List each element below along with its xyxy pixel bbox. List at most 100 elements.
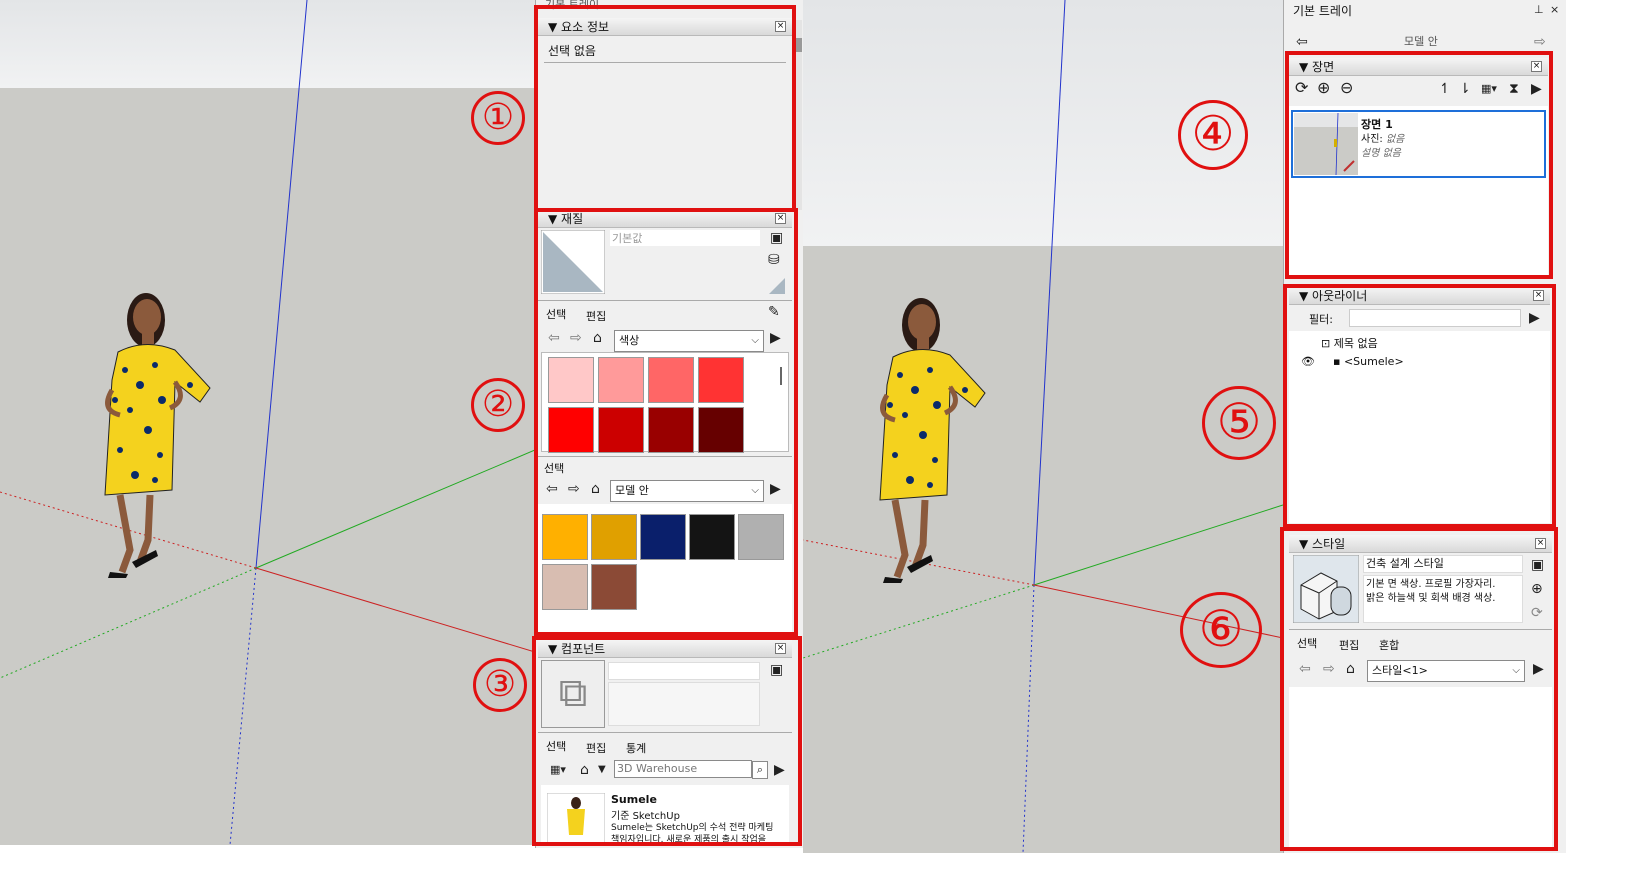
scene-photo-line: 사진: 없음	[1361, 130, 1404, 145]
details-icon[interactable]: ▶	[770, 481, 781, 497]
view-options-icon[interactable]: ▦▾	[1481, 81, 1497, 97]
eyedropper-icon[interactable]: ✎	[768, 304, 780, 320]
scrollbar[interactable]	[794, 20, 802, 210]
details-icon[interactable]: ▶	[1529, 310, 1540, 326]
components-header[interactable]: ▼ 컴포넌트 ×	[538, 640, 792, 658]
close-icon[interactable]: ×	[1531, 61, 1542, 72]
sumele-figure[interactable]	[875, 295, 995, 585]
tab-edit[interactable]: 편집	[1339, 637, 1359, 653]
forward-arrow-icon[interactable]: ⇨	[568, 481, 580, 497]
forward-arrow-icon[interactable]: ⇨	[570, 330, 582, 346]
tree-item-sumele[interactable]: ▪ <Sumele>	[1333, 355, 1404, 368]
add-icon[interactable]: ⊕	[1317, 80, 1330, 96]
refresh-icon[interactable]: ⟳	[1531, 605, 1543, 621]
model-material-swatch[interactable]	[591, 564, 637, 610]
tab-edit[interactable]: 편집	[586, 740, 606, 756]
details-icon[interactable]: ▶	[770, 330, 781, 346]
close-icon[interactable]: ×	[1533, 290, 1544, 301]
tab-edit[interactable]: 편집	[586, 308, 606, 324]
material-swatch[interactable]	[648, 407, 694, 453]
materials-collection-select[interactable]: 색상 ⌵	[614, 330, 764, 352]
entity-info-header[interactable]: ▼ 요소 정보 ×	[538, 18, 792, 36]
view-options-icon[interactable]: ▦▾	[550, 762, 566, 778]
styles-collection-select[interactable]: 스타일<1> ⌵	[1367, 660, 1525, 682]
pin-icon[interactable]: ⊥	[1534, 2, 1544, 18]
filter-icon[interactable]: ⧗	[1509, 81, 1519, 97]
filter-input[interactable]	[1349, 309, 1521, 327]
annotation-1: ①	[471, 91, 525, 145]
model-material-swatch[interactable]	[542, 514, 588, 560]
tab-statistics[interactable]: 통계	[626, 740, 646, 756]
close-icon[interactable]: ×	[1550, 2, 1559, 18]
home-icon[interactable]: ⌂	[591, 481, 600, 497]
material-swatch[interactable]	[698, 407, 744, 453]
close-icon[interactable]: ×	[1535, 538, 1546, 549]
material-swatch[interactable]	[598, 357, 644, 403]
model-material-swatch[interactable]	[640, 514, 686, 560]
scene-item[interactable]: 장면 1 사진: 없음 설명 없음	[1291, 110, 1546, 178]
tab-select[interactable]: 선택	[1297, 635, 1317, 651]
create-style-icon[interactable]: ▣	[1531, 557, 1544, 573]
chevron-down-icon: ⌵	[751, 335, 759, 346]
tree-item-root[interactable]: ⊡ 제목 없음	[1321, 335, 1378, 351]
back-arrow-icon[interactable]: ⇦	[548, 330, 560, 346]
details-icon[interactable]: ▶	[774, 762, 785, 778]
remove-icon[interactable]: ⊖	[1340, 80, 1353, 96]
top-collection-label: 모델 안	[1404, 35, 1438, 48]
sumele-thumbnail[interactable]	[547, 793, 605, 845]
close-icon[interactable]: ×	[775, 21, 786, 32]
scene-thumbnail	[1294, 113, 1358, 175]
style-desc-line-2: 밝은 하늘색 및 회색 배경 색상.	[1366, 593, 1496, 604]
styles-header[interactable]: ▼ 스타일 ×	[1289, 535, 1552, 553]
style-name-field[interactable]: 건축 설계 스타일	[1363, 555, 1523, 573]
back-arrow-icon[interactable]: ⇦	[1296, 34, 1308, 50]
sumele-figure[interactable]	[100, 290, 220, 580]
close-icon[interactable]: ×	[775, 213, 786, 224]
material-swatch[interactable]	[698, 357, 744, 403]
component-preview: ⧉	[541, 660, 605, 728]
close-icon[interactable]: ×	[775, 643, 786, 654]
material-swatch[interactable]	[598, 407, 644, 453]
tab-select[interactable]: 선택	[546, 738, 566, 754]
tab-select[interactable]: 선택	[546, 306, 566, 322]
forward-arrow-icon[interactable]: ⇨	[1534, 34, 1546, 50]
style-description-field[interactable]: 기본 면 색상. 프로필 가장자리. 밝은 하늘색 및 회색 배경 색상.	[1363, 575, 1523, 623]
component-desc-field[interactable]	[608, 682, 760, 726]
forward-arrow-icon[interactable]: ⇨	[1323, 661, 1335, 677]
model-material-swatch[interactable]	[542, 564, 588, 610]
create-component-icon[interactable]: ▣	[770, 662, 783, 678]
material-name[interactable]: 기본값	[610, 230, 760, 246]
home-icon[interactable]: ⌂	[580, 762, 589, 778]
list-item-title[interactable]: Sumele	[611, 793, 657, 806]
outliner-header[interactable]: ▼ 아웃라이너 ×	[1289, 287, 1550, 305]
material-swatch[interactable]	[548, 357, 594, 403]
back-arrow-icon[interactable]: ⇦	[546, 481, 558, 497]
update-style-icon[interactable]: ⊕	[1531, 581, 1543, 597]
component-name-field[interactable]	[608, 662, 760, 680]
navigation-dropdown-icon[interactable]: ▼	[598, 762, 606, 778]
tab-mix[interactable]: 혼합	[1379, 637, 1399, 653]
details-icon[interactable]: ▶	[1531, 81, 1542, 97]
model-collection-select[interactable]: 모델 안 ⌵	[610, 480, 764, 502]
create-material-icon[interactable]: ▣	[770, 230, 783, 246]
eye-icon[interactable]: 👁	[1301, 355, 1315, 368]
select-label: 선택	[544, 462, 565, 475]
model-material-swatch[interactable]	[738, 514, 784, 560]
refresh-icon[interactable]: ⟳	[1295, 80, 1308, 96]
search-icon[interactable]: ⌕	[752, 761, 768, 779]
scenes-header[interactable]: ▼ 장면 ×	[1289, 58, 1548, 76]
move-up-icon[interactable]: ↿	[1439, 81, 1451, 97]
material-swatch[interactable]	[648, 357, 694, 403]
sample-paint-icon[interactable]	[767, 276, 787, 296]
model-material-swatch[interactable]	[689, 514, 735, 560]
model-material-swatch[interactable]	[591, 514, 637, 560]
home-icon[interactable]: ⌂	[593, 330, 602, 346]
material-swatch[interactable]	[548, 407, 594, 453]
materials-header[interactable]: ▼ 재질 ×	[538, 210, 792, 228]
paint-bucket-icon[interactable]: ⛁	[768, 252, 780, 268]
search-input[interactable]: 3D Warehouse	[614, 760, 752, 778]
back-arrow-icon[interactable]: ⇦	[1299, 661, 1311, 677]
details-icon[interactable]: ▶	[1533, 661, 1544, 677]
home-icon[interactable]: ⌂	[1346, 661, 1355, 677]
move-down-icon[interactable]: ⇂	[1459, 81, 1471, 97]
